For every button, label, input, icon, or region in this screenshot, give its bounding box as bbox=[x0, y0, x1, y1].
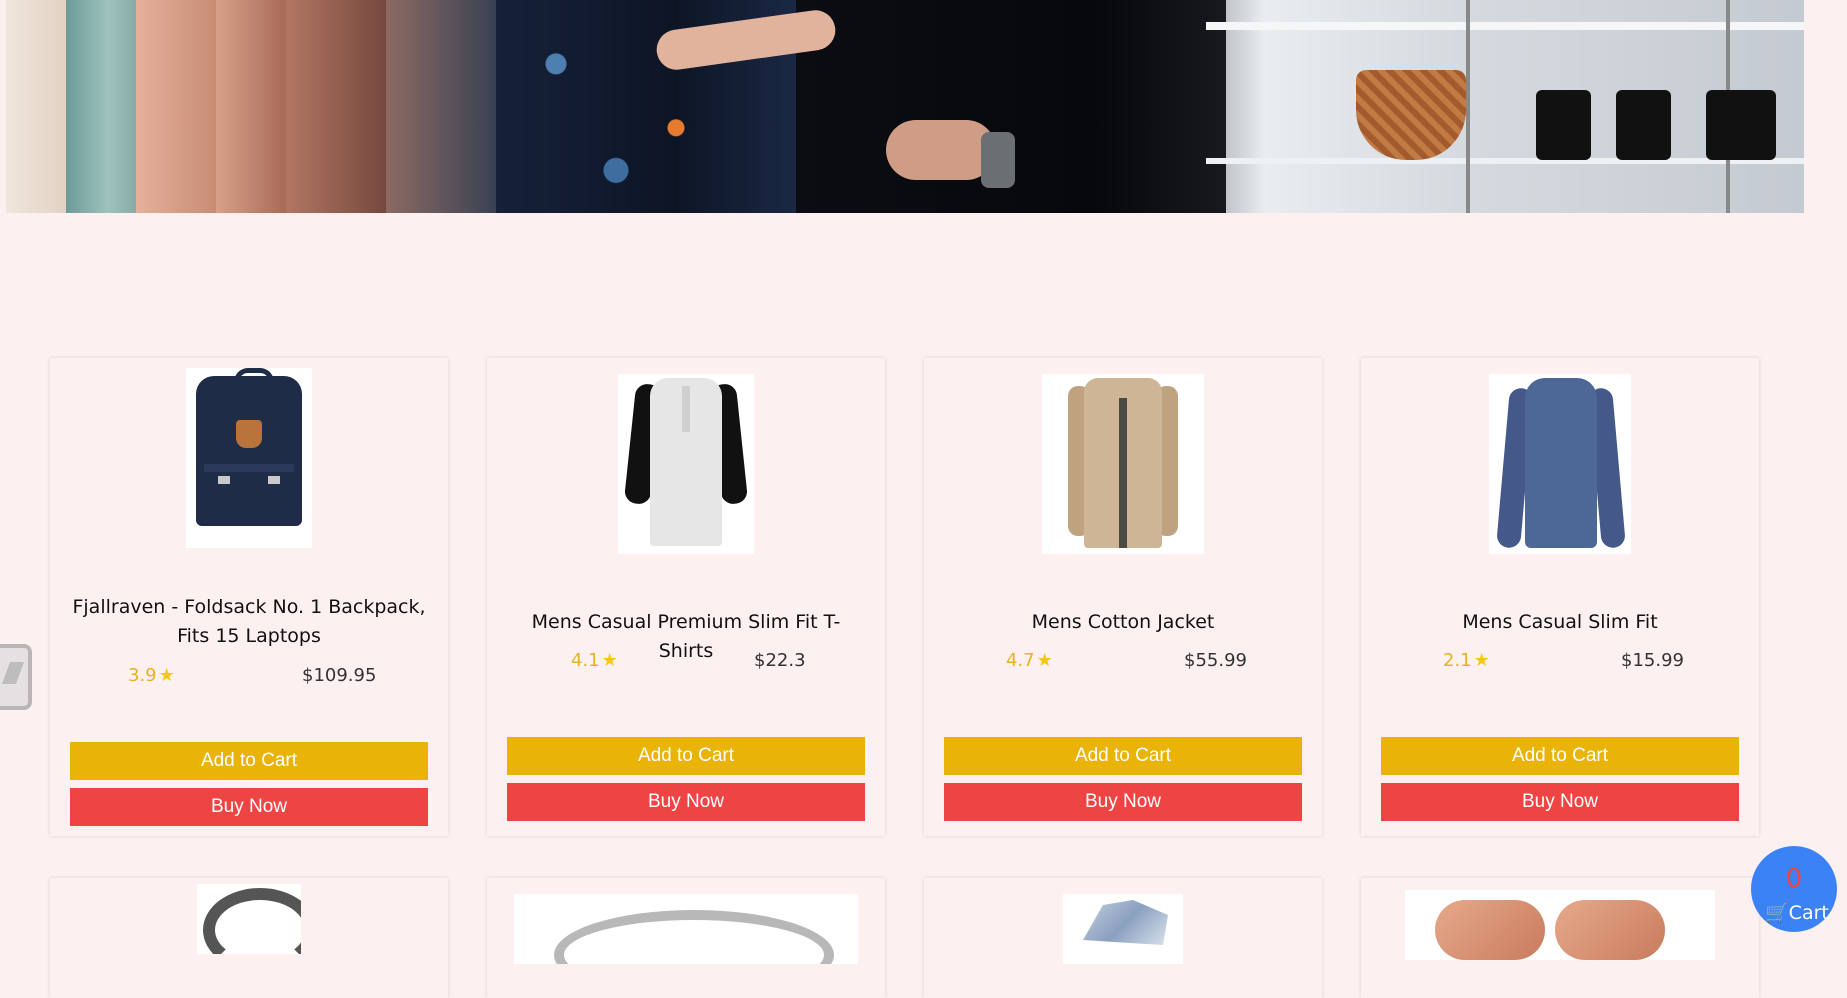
star-icon: ★ bbox=[1036, 650, 1053, 671]
product-image[interactable] bbox=[1042, 374, 1204, 554]
product-card bbox=[50, 878, 448, 998]
buy-now-button[interactable]: Buy Now bbox=[1381, 783, 1739, 821]
product-image[interactable] bbox=[618, 374, 754, 554]
add-to-cart-button[interactable]: Add to Cart bbox=[1381, 737, 1739, 775]
product-meta: 3.9 ★ $109.95 bbox=[50, 665, 448, 689]
product-image[interactable] bbox=[197, 884, 301, 954]
product-title: Mens Casual Slim Fit bbox=[1462, 611, 1658, 633]
product-card bbox=[1361, 878, 1759, 998]
arrow-icon bbox=[1, 662, 25, 684]
product-price: $109.95 bbox=[302, 665, 377, 686]
product-meta: 4.7 ★ $55.99 bbox=[924, 650, 1322, 674]
product-card bbox=[487, 878, 885, 998]
product-meta: 2.1 ★ $15.99 bbox=[1361, 650, 1759, 674]
cart-label: Cart bbox=[1788, 902, 1829, 924]
product-rating: 4.7 ★ bbox=[1006, 650, 1053, 671]
product-card: Mens Casual Slim Fit 2.1 ★ $15.99 Add to … bbox=[1361, 358, 1759, 836]
add-to-cart-button[interactable]: Add to Cart bbox=[70, 742, 428, 780]
star-icon: ★ bbox=[601, 650, 618, 671]
product-image[interactable] bbox=[186, 368, 312, 548]
product-image[interactable] bbox=[1063, 894, 1183, 964]
product-image[interactable] bbox=[1489, 374, 1631, 554]
product-image[interactable] bbox=[1405, 890, 1715, 960]
product-image[interactable] bbox=[514, 894, 858, 964]
buy-now-button[interactable]: Buy Now bbox=[507, 783, 865, 821]
cart-count: 0 bbox=[1785, 864, 1803, 894]
floating-cart-button[interactable]: 0 🛒Cart bbox=[1751, 846, 1837, 932]
side-drawer-toggle[interactable] bbox=[0, 644, 32, 710]
add-to-cart-button[interactable]: Add to Cart bbox=[507, 737, 865, 775]
buy-now-button[interactable]: Buy Now bbox=[70, 788, 428, 826]
product-card: Mens Casual Premium Slim Fit T-Shirts 4.… bbox=[487, 358, 885, 836]
product-card bbox=[924, 878, 1322, 998]
product-title: Fjallraven - Foldsack No. 1 Backpack, Fi… bbox=[72, 596, 426, 647]
product-card: Fjallraven - Foldsack No. 1 Backpack, Fi… bbox=[50, 358, 448, 836]
star-icon: ★ bbox=[1473, 650, 1490, 671]
product-rating: 4.1 ★ bbox=[571, 650, 618, 671]
product-rating: 3.9 ★ bbox=[128, 665, 175, 686]
product-card: Mens Cotton Jacket 4.7 ★ $55.99 Add to Ca… bbox=[924, 358, 1322, 836]
product-meta: 4.1 ★ $22.3 bbox=[487, 650, 885, 674]
hero-banner-image bbox=[6, 0, 1804, 213]
cart-icon: 🛒 bbox=[1765, 902, 1789, 924]
product-price: $22.3 bbox=[754, 650, 806, 671]
product-rating: 2.1 ★ bbox=[1443, 650, 1490, 671]
buy-now-button[interactable]: Buy Now bbox=[944, 783, 1302, 821]
cart-label-wrap: 🛒Cart bbox=[1765, 901, 1829, 924]
product-price: $55.99 bbox=[1184, 650, 1247, 671]
star-icon: ★ bbox=[158, 665, 175, 686]
product-price: $15.99 bbox=[1621, 650, 1684, 671]
add-to-cart-button[interactable]: Add to Cart bbox=[944, 737, 1302, 775]
product-title: Mens Cotton Jacket bbox=[1031, 611, 1215, 633]
